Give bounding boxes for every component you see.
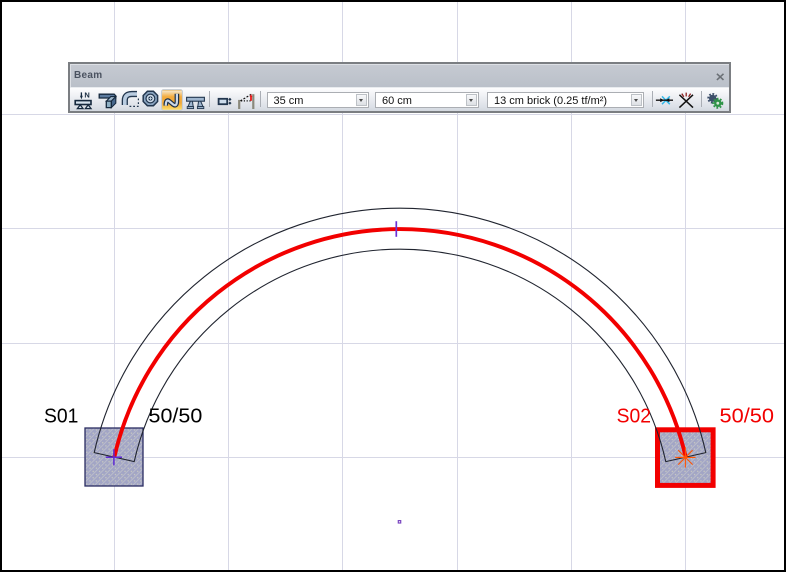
svg-text:N: N <box>84 90 89 99</box>
svg-text:50/50: 50/50 <box>149 404 203 427</box>
svg-text:S01: S01 <box>44 404 78 427</box>
svg-text:S02: S02 <box>617 404 651 427</box>
svg-text:50/50: 50/50 <box>720 404 775 427</box>
